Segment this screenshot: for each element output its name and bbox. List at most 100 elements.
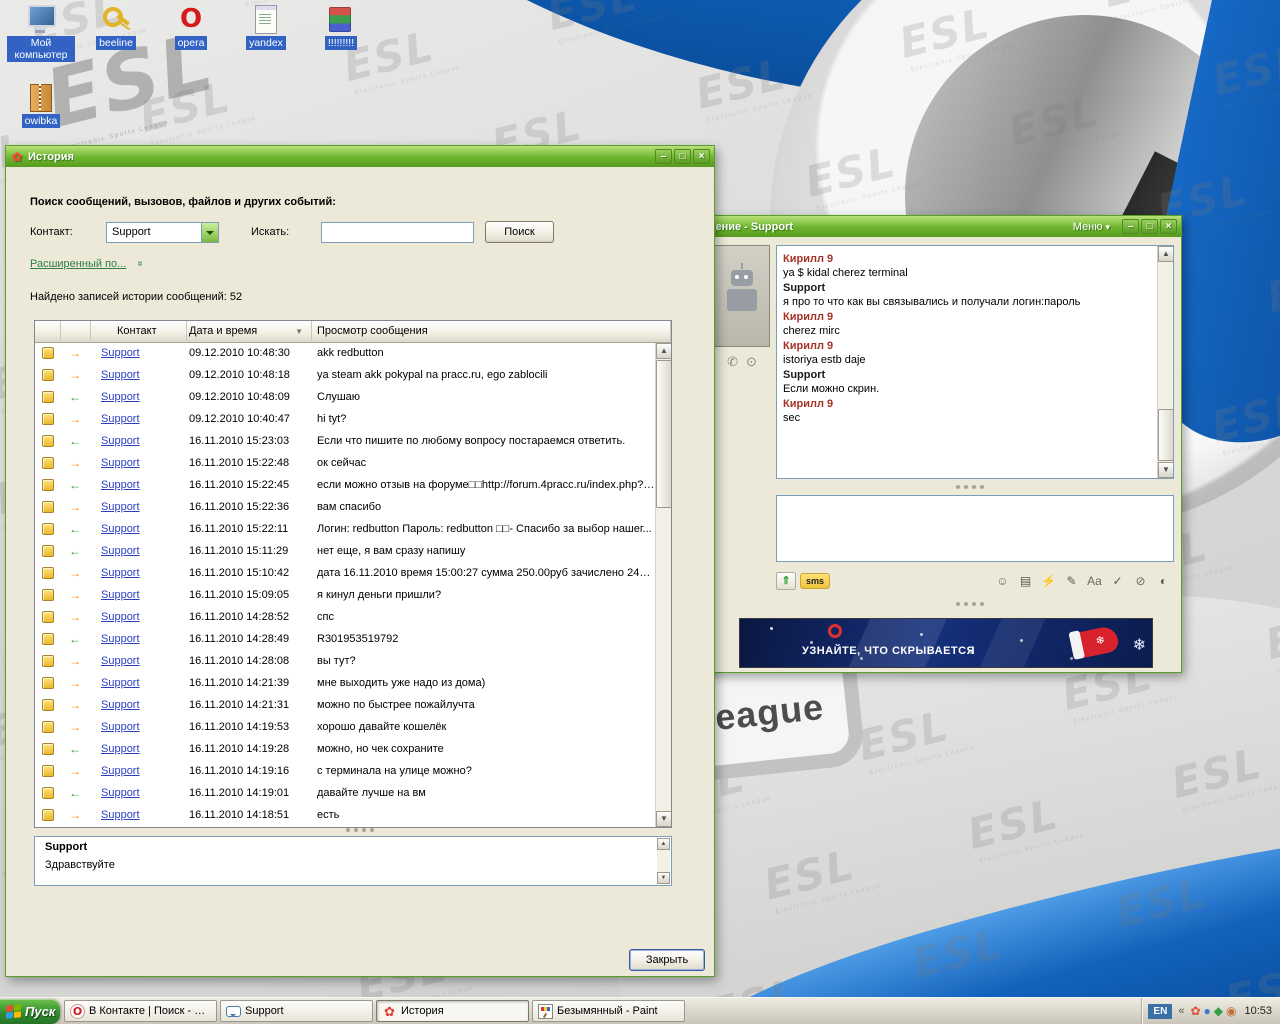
- history-row[interactable]: ←Support16.11.2010 15:11:29нет еще, я ва…: [35, 541, 655, 563]
- qip-tray-icon[interactable]: ✿: [1190, 1003, 1200, 1019]
- messenger-tray-icon[interactable]: ●: [1204, 1003, 1211, 1019]
- desktop-icon-archive[interactable]: owibka: [6, 82, 76, 128]
- history-row[interactable]: ←Support16.11.2010 14:19:28можно, но чек…: [35, 739, 655, 761]
- contact-link[interactable]: Support: [101, 699, 140, 711]
- volume-tray-icon[interactable]: ◉: [1226, 1003, 1236, 1019]
- search-button[interactable]: Поиск: [485, 221, 554, 243]
- history-row[interactable]: →Support16.11.2010 14:18:51есть: [35, 805, 655, 827]
- history-row[interactable]: →Support16.11.2010 14:21:31можно по быст…: [35, 695, 655, 717]
- taskbar-button[interactable]: В Контакте | Поиск - О...: [64, 1000, 217, 1022]
- column-datetime[interactable]: Дата и время: [187, 321, 312, 343]
- scroll-up-button[interactable]: [656, 343, 672, 359]
- message-input[interactable]: [776, 495, 1174, 562]
- expand-chevron-icon[interactable]: [134, 261, 145, 267]
- history-row[interactable]: →Support16.11.2010 14:28:08вы тут?: [35, 651, 655, 673]
- history-row[interactable]: →Support16.11.2010 14:28:52спс: [35, 607, 655, 629]
- history-row[interactable]: →Support16.11.2010 14:19:53хорошо давайт…: [35, 717, 655, 739]
- column-message[interactable]: Просмотр сообщения: [312, 321, 671, 343]
- contact-link[interactable]: Support: [101, 809, 140, 821]
- scheme-icon[interactable]: ◐: [1153, 572, 1174, 590]
- scroll-down-button[interactable]: [656, 811, 672, 827]
- history-row[interactable]: →Support09.12.2010 10:48:18ya steam akk …: [35, 365, 655, 387]
- scroll-up-button[interactable]: [657, 838, 670, 850]
- history-row[interactable]: →Support16.11.2010 15:10:42дата 16.11.20…: [35, 563, 655, 585]
- history-row[interactable]: ←Support16.11.2010 15:23:03Если что пиши…: [35, 431, 655, 453]
- splitter-handle[interactable]: [346, 828, 374, 832]
- column-direction[interactable]: [61, 321, 91, 343]
- close-button[interactable]: [1160, 219, 1177, 234]
- chat-titlebar[interactable]: Сообщение - Support Меню: [656, 216, 1181, 237]
- dropdown-arrow-icon[interactable]: [201, 223, 218, 242]
- chat-scrollbar[interactable]: [1157, 246, 1173, 478]
- history-scrollbar[interactable]: [655, 343, 671, 827]
- splitter-handle[interactable]: [956, 485, 984, 489]
- history-row[interactable]: →Support16.11.2010 14:21:39мне выходить …: [35, 673, 655, 695]
- contact-link[interactable]: Support: [101, 391, 140, 403]
- history-row[interactable]: →Support09.12.2010 10:48:30akk redbutton: [35, 343, 655, 365]
- advanced-search-link[interactable]: Расширенный по...: [30, 258, 126, 270]
- close-dialog-button[interactable]: Закрыть: [629, 949, 705, 971]
- contact-link[interactable]: Support: [101, 721, 140, 733]
- ad-banner[interactable]: УЗНАЙТЕ, ЧТО СКРЫВАЕТСЯ: [739, 618, 1153, 668]
- contact-link[interactable]: Support: [101, 523, 140, 535]
- quick-answer-icon[interactable]: ⚡: [1038, 572, 1059, 590]
- antivirus-tray-icon[interactable]: ◆: [1214, 1003, 1223, 1019]
- contact-link[interactable]: Support: [101, 611, 140, 623]
- contact-link[interactable]: Support: [101, 479, 140, 491]
- desktop-icon-key[interactable]: beeline: [81, 4, 151, 50]
- spellcheck-icon[interactable]: ✓: [1107, 572, 1128, 590]
- maximize-button[interactable]: [674, 149, 691, 164]
- search-input[interactable]: [321, 222, 474, 243]
- contact-link[interactable]: Support: [101, 677, 140, 689]
- chat-menu-button[interactable]: Меню: [1073, 221, 1110, 233]
- contact-link[interactable]: Support: [101, 501, 140, 513]
- taskbar-button[interactable]: Безымянный - Paint: [532, 1000, 685, 1022]
- contact-select[interactable]: Support: [106, 222, 219, 243]
- contact-link[interactable]: Support: [101, 655, 140, 667]
- scroll-thumb[interactable]: [1158, 409, 1174, 461]
- templates-icon[interactable]: ▤: [1015, 572, 1036, 590]
- scroll-up-button[interactable]: [1158, 246, 1174, 262]
- webcam-icon[interactable]: ⊙: [746, 354, 757, 370]
- sms-button[interactable]: sms: [800, 573, 830, 589]
- minimize-button[interactable]: [655, 149, 672, 164]
- scroll-thumb[interactable]: [656, 360, 672, 508]
- emoticons-icon[interactable]: ☺: [992, 572, 1013, 590]
- column-icon[interactable]: [35, 321, 61, 343]
- history-row[interactable]: ←Support16.11.2010 14:28:49R301953519792: [35, 629, 655, 651]
- history-row[interactable]: ←Support16.11.2010 15:22:11Логин: redbut…: [35, 519, 655, 541]
- scroll-down-button[interactable]: [657, 872, 670, 884]
- contact-link[interactable]: Support: [101, 435, 140, 447]
- contact-link[interactable]: Support: [101, 787, 140, 799]
- column-contact[interactable]: Контакт: [91, 321, 187, 343]
- call-icon[interactable]: ✆: [727, 354, 738, 370]
- history-row[interactable]: →Support16.11.2010 15:22:36вам спасибо: [35, 497, 655, 519]
- maximize-button[interactable]: [1141, 219, 1158, 234]
- taskbar-button[interactable]: История: [376, 1000, 529, 1022]
- contact-link[interactable]: Support: [101, 413, 140, 425]
- close-button[interactable]: [693, 149, 710, 164]
- contact-link[interactable]: Support: [101, 347, 140, 359]
- history-row[interactable]: ←Support16.11.2010 15:22:45если можно от…: [35, 475, 655, 497]
- contact-link[interactable]: Support: [101, 369, 140, 381]
- history-titlebar[interactable]: История: [6, 146, 714, 167]
- minimize-button[interactable]: [1122, 219, 1139, 234]
- taskbar-clock[interactable]: 10:53: [1244, 1005, 1272, 1017]
- history-row[interactable]: ←Support16.11.2010 14:19:01давайте лучше…: [35, 783, 655, 805]
- file-transfer-icon[interactable]: [776, 572, 796, 590]
- start-button[interactable]: Пуск: [0, 999, 60, 1024]
- taskbar-button[interactable]: Support: [220, 1000, 373, 1022]
- contact-link[interactable]: Support: [101, 633, 140, 645]
- scroll-down-button[interactable]: [1158, 462, 1174, 478]
- ink-icon[interactable]: ✎: [1061, 572, 1082, 590]
- language-indicator[interactable]: EN: [1148, 1004, 1172, 1019]
- desktop-icon-winrar[interactable]: !!!!!!!!!: [306, 4, 376, 50]
- contact-link[interactable]: Support: [101, 589, 140, 601]
- font-icon[interactable]: Aa: [1084, 572, 1105, 590]
- contact-link[interactable]: Support: [101, 457, 140, 469]
- history-row[interactable]: ←Support09.12.2010 10:48:09Слушаю: [35, 387, 655, 409]
- desktop-icon-notepad[interactable]: yandex: [231, 4, 301, 50]
- history-row[interactable]: →Support16.11.2010 15:09:05я кинул деньг…: [35, 585, 655, 607]
- ban-icon[interactable]: ⊘: [1130, 572, 1151, 590]
- preview-scrollbar[interactable]: [657, 838, 670, 884]
